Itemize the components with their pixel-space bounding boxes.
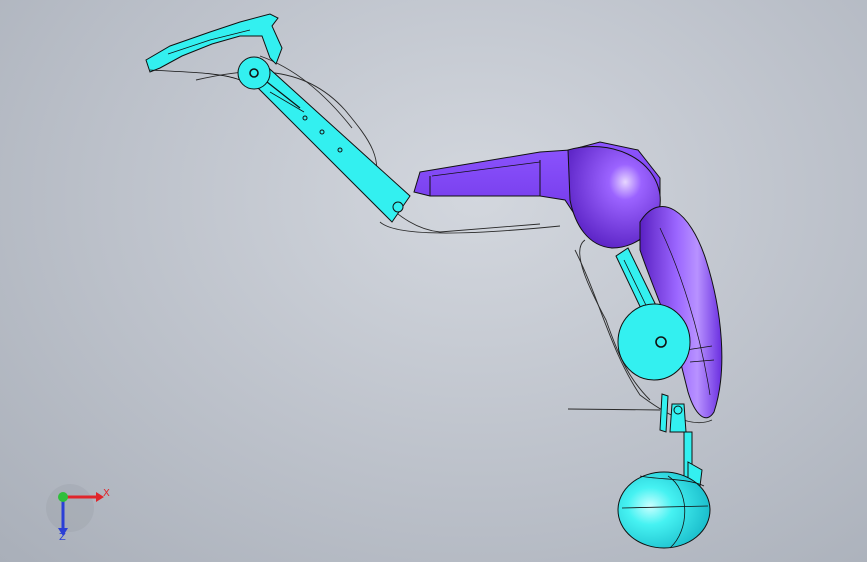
model-scene[interactable] [0,0,867,562]
axis-z-label: Z [59,532,66,543]
cyan-ball-effector [617,461,711,549]
link-bar [239,61,411,223]
cyan-upper-arm [145,13,411,223]
axis-x-label: X [103,488,110,499]
graphics-viewport[interactable]: X Z [0,0,867,562]
purple-shoulder [413,141,661,249]
lower-joint-disc [617,303,691,381]
elbow-pin [392,201,404,213]
